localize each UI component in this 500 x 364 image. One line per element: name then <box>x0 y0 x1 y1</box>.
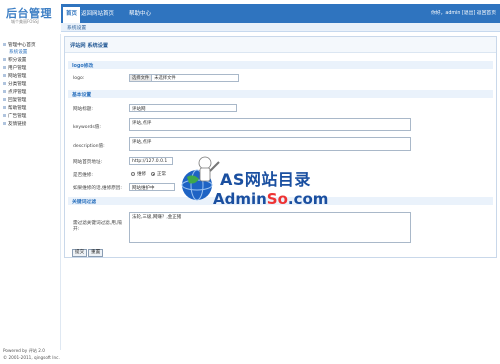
sidebar-item-dashboard[interactable]: 管理中心首页 <box>3 42 36 48</box>
logo-label: logo: <box>73 76 85 81</box>
sidebar-item-reviews[interactable]: 点评管理 <box>3 89 26 95</box>
user-info[interactable]: 你好，admin [退出] 返回首页 <box>431 9 496 16</box>
description-label: description值: <box>73 144 105 149</box>
tab-home[interactable]: 首页 <box>63 7 81 23</box>
folder-icon <box>3 58 6 61</box>
folder-icon <box>3 66 6 69</box>
url-input[interactable]: http://127.0.0.1 <box>129 157 173 165</box>
reset-button[interactable]: 重置 <box>88 249 104 257</box>
section-logo: logo修改 <box>68 61 493 69</box>
site-title-input[interactable]: 评站网 <box>129 104 237 112</box>
sidebar-item-sites[interactable]: 网站管理 <box>3 73 26 79</box>
watermark-en: AdminSo.com <box>213 190 329 208</box>
panel-title-bar: 评站网 系统设置 <box>65 37 496 53</box>
top-nav: 首页 返回网站首页 帮助中心 你好，admin [退出] 返回首页 <box>61 4 500 23</box>
radio-maintain[interactable] <box>131 172 135 176</box>
watermark-cn: AS网站目录 <box>220 170 311 189</box>
folder-icon <box>3 43 6 46</box>
keywords-label: keywords值: <box>73 125 101 130</box>
maintain-reason-input[interactable]: 网站维护中 <box>129 183 175 191</box>
footer-copyright: © 2001-2011, qingsoft Inc. <box>3 355 60 360</box>
folder-icon <box>3 82 6 85</box>
settings-panel: 评站网 系统设置 logo修改 logo: 选择文件 未选择文件 基本设置 网站标… <box>64 36 497 258</box>
keywords-textarea[interactable]: 评站,点评 <box>129 118 411 131</box>
tab-back-to-site[interactable]: 返回网站首页 <box>81 9 114 17</box>
filter-textarea[interactable]: 法轮,三级,网赚？,金正猪 <box>129 212 411 243</box>
url-label: 网站首页地址: <box>73 160 103 165</box>
footer-powered: Powered by 评站 2.0 <box>3 348 45 353</box>
logo-file-input[interactable]: 选择文件 未选择文件 <box>129 74 239 82</box>
sidebar-item-ads[interactable]: 广告管理 <box>3 113 26 119</box>
sidebar-item-points[interactable]: 积分设置 <box>3 57 26 63</box>
maintain-reason-label: 如果维修的话,维修原因: <box>73 186 122 191</box>
file-status: 未选择文件 <box>154 76 176 81</box>
filter-label: 需过滤关键词过滤,用,隔开: <box>73 221 122 232</box>
sidebar: 管理中心首页 系统设置 积分设置 用户管理 网站管理 分类管理 点评管理 回复管… <box>0 34 61 360</box>
folder-icon <box>3 114 6 117</box>
sidebar-item-replies[interactable]: 回复管理 <box>3 97 26 103</box>
maintain-label: 是否维修: <box>73 173 93 178</box>
sidebar-item-users[interactable]: 用户管理 <box>3 65 26 71</box>
radio-normal[interactable] <box>151 172 155 176</box>
sidebar-item-links[interactable]: 友情链接 <box>3 121 26 127</box>
sidebar-item-help[interactable]: 帮助管理 <box>3 105 26 111</box>
panel-title: 评站网 系统设置 <box>70 43 109 49</box>
folder-icon <box>3 74 6 77</box>
logo-subtitle: 城个美丽FOSSJ <box>11 19 39 24</box>
breadcrumb-bar: 系统设置 <box>61 23 500 32</box>
folder-icon <box>3 98 6 101</box>
folder-icon <box>3 90 6 93</box>
choose-file-button[interactable]: 选择文件 <box>130 75 153 81</box>
radio-maintain-label: 维修 <box>137 172 146 177</box>
sidebar-item-categories[interactable]: 分类管理 <box>3 81 26 87</box>
tab-help-center[interactable]: 帮助中心 <box>129 9 151 17</box>
sidebar-item-system-settings[interactable]: 系统设置 <box>9 49 27 55</box>
site-title-label: 网站标题: <box>73 107 93 112</box>
header: 后台管理 城个美丽FOSSJ 首页 返回网站首页 帮助中心 你好，admin [… <box>0 0 500 24</box>
section-basic: 基本设置 <box>68 90 493 98</box>
breadcrumb: 系统设置 <box>67 26 87 31</box>
folder-icon <box>3 106 6 109</box>
radio-normal-label: 正常 <box>157 172 166 177</box>
description-textarea[interactable]: 评站,点评 <box>129 137 411 151</box>
submit-button[interactable]: 提交 <box>72 249 88 257</box>
folder-icon <box>3 122 6 125</box>
